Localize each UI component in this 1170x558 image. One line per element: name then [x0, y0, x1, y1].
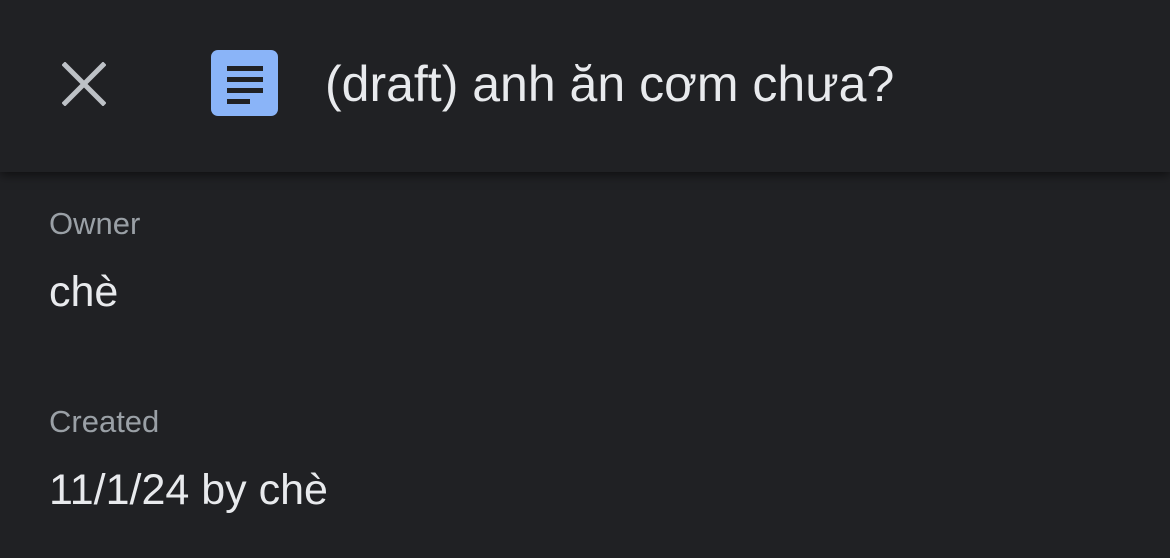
header-bar: (draft) anh ăn cơm chưa? [0, 0, 1170, 172]
created-label: Created [49, 404, 160, 439]
close-icon [62, 62, 106, 106]
file-details-screen: (draft) anh ăn cơm chưa? Owner chè Creat… [0, 0, 1170, 558]
owner-value: chè [49, 268, 119, 316]
created-value: 11/1/24 by chè [49, 466, 328, 514]
document-title: (draft) anh ăn cơm chưa? [325, 56, 895, 112]
details-panel: Owner chè Created 11/1/24 by chè [0, 172, 1170, 558]
google-docs-icon [211, 50, 278, 116]
close-button[interactable] [50, 50, 118, 118]
owner-label: Owner [49, 206, 141, 241]
